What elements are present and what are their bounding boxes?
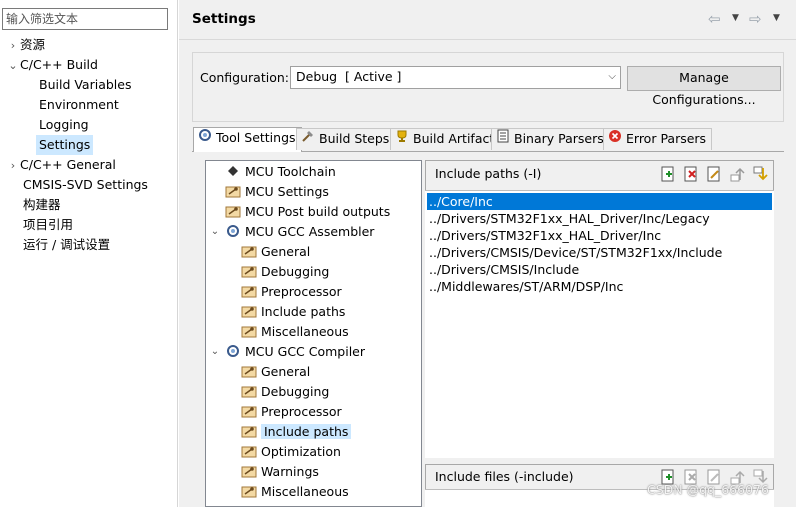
forward-dropdown-icon[interactable]: ▼: [773, 13, 780, 23]
toolchain-icon: [228, 166, 238, 176]
chevron-down-icon[interactable]: ⌄: [209, 222, 221, 242]
error-icon: [608, 129, 622, 149]
tree-item-cc-miscellaneous[interactable]: Miscellaneous: [241, 482, 349, 502]
option-icon: [241, 426, 257, 438]
list-item[interactable]: ../Drivers/STM32F1xx_HAL_Driver/Inc: [427, 227, 772, 244]
configuration-label: Configuration:: [200, 70, 289, 85]
tree-item-mcu-settings[interactable]: MCU Settings: [225, 182, 329, 202]
list-item[interactable]: ../Drivers/CMSIS/Include: [427, 261, 772, 278]
option-icon: [241, 466, 257, 478]
option-icon: [241, 446, 257, 458]
nav-item-cmsis-svd[interactable]: CMSIS-SVD Settings: [23, 175, 148, 195]
add-icon[interactable]: [660, 166, 676, 182]
delete-icon[interactable]: [683, 166, 699, 182]
option-icon: [241, 486, 257, 498]
tree-item-asm-include-paths[interactable]: Include paths: [241, 302, 345, 322]
chevron-right-icon[interactable]: ›: [6, 36, 20, 56]
tree-item-asm-preprocessor[interactable]: Preprocessor: [241, 282, 342, 302]
tree-item-mcu-toolchain[interactable]: MCU Toolchain: [225, 162, 336, 182]
nav-item-environment[interactable]: Environment: [39, 95, 119, 115]
manage-configurations-button[interactable]: Manage Configurations...: [627, 66, 781, 107]
nav-item-logging[interactable]: Logging: [39, 115, 89, 135]
option-icon: [241, 266, 257, 278]
option-icon: [225, 186, 241, 198]
left-nav-pane: ›资源 ⌄C/C++ Build Build Variables Environ…: [0, 0, 178, 507]
edit-icon[interactable]: [706, 166, 722, 182]
nav-item-resources[interactable]: › 资源: [6, 35, 45, 55]
tree-item-asm-miscellaneous[interactable]: Miscellaneous: [241, 322, 349, 342]
list-item[interactable]: ../Drivers/STM32F1xx_HAL_Driver/Inc/Lega…: [427, 210, 772, 227]
tree-item-mcu-gcc-compiler[interactable]: ⌄ MCU GCC Compiler: [211, 342, 365, 362]
tool-settings-icon: [198, 128, 212, 148]
tree-item-cc-optimization[interactable]: Optimization: [241, 442, 341, 462]
tool-icon: [227, 225, 239, 237]
option-icon: [225, 206, 241, 218]
list-item[interactable]: ../Middlewares/ST/ARM/DSP/Inc: [427, 278, 772, 295]
chevron-down-icon[interactable]: ⌄: [6, 56, 20, 76]
tab-tool-settings[interactable]: Tool Settings: [193, 127, 302, 152]
configuration-select[interactable]: Debug [ Active ] ⌵: [290, 66, 621, 89]
option-icon: [241, 246, 257, 258]
include-files-title: Include files (-include): [435, 469, 574, 484]
option-icon: [241, 366, 257, 378]
nav-item-project-references[interactable]: 项目引用: [23, 215, 73, 235]
nav-item-cc-build[interactable]: ⌄ C/C++ Build: [6, 55, 98, 75]
include-paths-title: Include paths (-I): [435, 166, 542, 181]
move-down-icon[interactable]: [752, 166, 768, 182]
chevron-down-icon: ⌵: [608, 71, 616, 82]
tree-item-cc-warnings[interactable]: Warnings: [241, 462, 319, 482]
nav-item-settings[interactable]: Settings: [36, 135, 94, 155]
tree-item-cc-include-paths[interactable]: Include paths: [241, 422, 352, 442]
tab-build-artifact[interactable]: Build Artifact: [390, 128, 501, 150]
forward-arrow-icon[interactable]: ⇨: [749, 10, 762, 28]
list-item[interactable]: ../Core/Inc: [427, 193, 772, 210]
nav-item-run-debug-settings[interactable]: 运行 / 调试设置: [23, 235, 110, 255]
chevron-down-icon[interactable]: ⌄: [209, 342, 221, 362]
build-steps-icon: [301, 129, 315, 149]
back-arrow-icon[interactable]: ⇦: [708, 10, 721, 28]
back-dropdown-icon[interactable]: ▼: [732, 13, 739, 23]
nav-item-cc-general[interactable]: › C/C++ General: [6, 155, 116, 175]
nav-item-builders[interactable]: 构建器: [23, 195, 61, 215]
tree-item-mcu-gcc-assembler[interactable]: ⌄ MCU GCC Assembler: [211, 222, 375, 242]
option-icon: [241, 326, 257, 338]
option-icon: [241, 306, 257, 318]
binary-parsers-icon: [496, 129, 510, 149]
include-paths-list[interactable]: ../Core/Inc ../Drivers/STM32F1xx_HAL_Dri…: [425, 190, 774, 458]
title-bar: [179, 0, 796, 40]
tree-item-cc-preprocessor[interactable]: Preprocessor: [241, 402, 342, 422]
page-title: Settings: [192, 11, 256, 27]
move-up-icon[interactable]: [729, 166, 745, 182]
tool-settings-tree: MCU Toolchain MCU Settings MCU Post buil…: [205, 160, 422, 507]
filter-input[interactable]: [2, 8, 168, 30]
chevron-right-icon[interactable]: ›: [6, 156, 20, 176]
trophy-icon: [395, 129, 409, 149]
nav-item-build-variables[interactable]: Build Variables: [39, 75, 131, 95]
tab-error-parsers[interactable]: Error Parsers: [603, 128, 713, 150]
tree-item-mcu-post-build[interactable]: MCU Post build outputs: [225, 202, 390, 222]
tree-item-asm-general[interactable]: General: [241, 242, 310, 262]
tree-item-cc-general[interactable]: General: [241, 362, 310, 382]
tab-build-steps[interactable]: Build Steps: [296, 128, 396, 150]
tree-item-cc-debugging[interactable]: Debugging: [241, 382, 329, 402]
tool-icon: [227, 345, 239, 357]
tree-item-asm-debugging[interactable]: Debugging: [241, 262, 329, 282]
list-item[interactable]: ../Drivers/CMSIS/Device/ST/STM32F1xx/Inc…: [427, 244, 772, 261]
option-icon: [241, 286, 257, 298]
option-icon: [241, 406, 257, 418]
watermark: CSDN @qq_666076: [647, 482, 769, 497]
tab-binary-parsers[interactable]: Binary Parsers: [491, 128, 610, 150]
option-icon: [241, 386, 257, 398]
